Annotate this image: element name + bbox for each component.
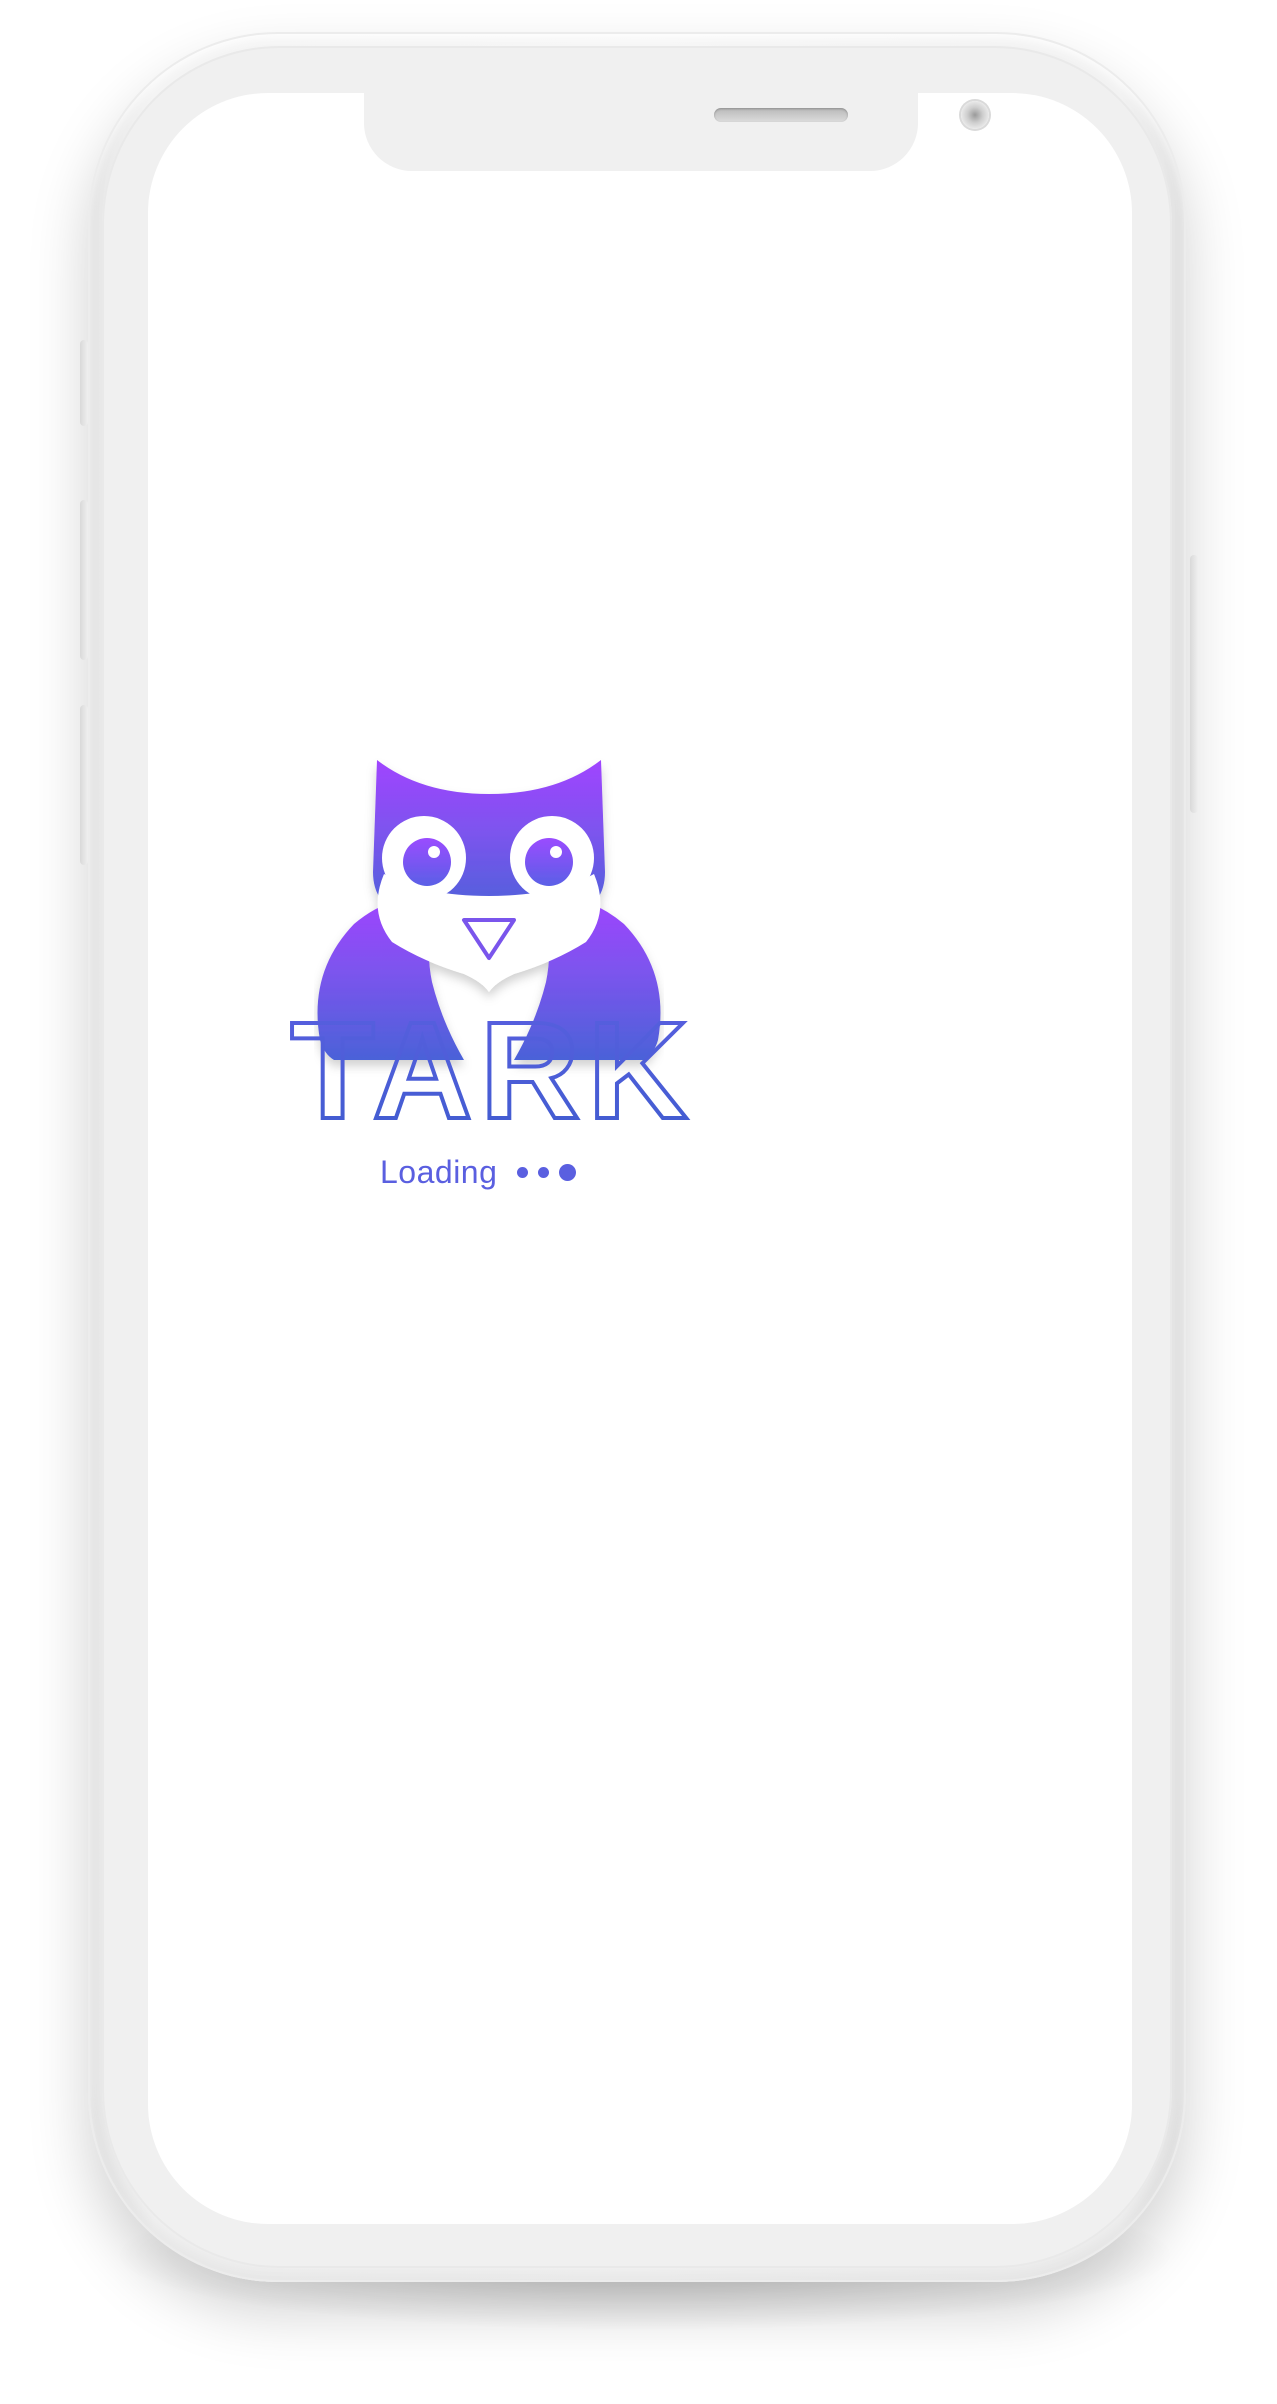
- app-name: TARK: [290, 1000, 695, 1140]
- loading-indicator: Loading: [380, 1150, 577, 1194]
- brand-wordmark: TARK: [288, 1000, 695, 1140]
- front-camera: [961, 101, 989, 129]
- loading-dot: [559, 1163, 577, 1181]
- app-screen: TARK Loading: [0, 0, 1277, 2404]
- loading-dot: [517, 1166, 529, 1178]
- loading-dots-icon: [517, 1163, 577, 1181]
- loading-label: Loading: [380, 1153, 498, 1190]
- notch: [364, 93, 989, 171]
- power-button: [1190, 555, 1198, 813]
- volume-down-button: [80, 705, 88, 865]
- volume-up-button: [80, 500, 88, 660]
- mute-switch: [80, 340, 88, 426]
- splash-screen: [148, 93, 1132, 2224]
- earpiece-speaker: [714, 108, 848, 122]
- loading-dot: [538, 1166, 550, 1178]
